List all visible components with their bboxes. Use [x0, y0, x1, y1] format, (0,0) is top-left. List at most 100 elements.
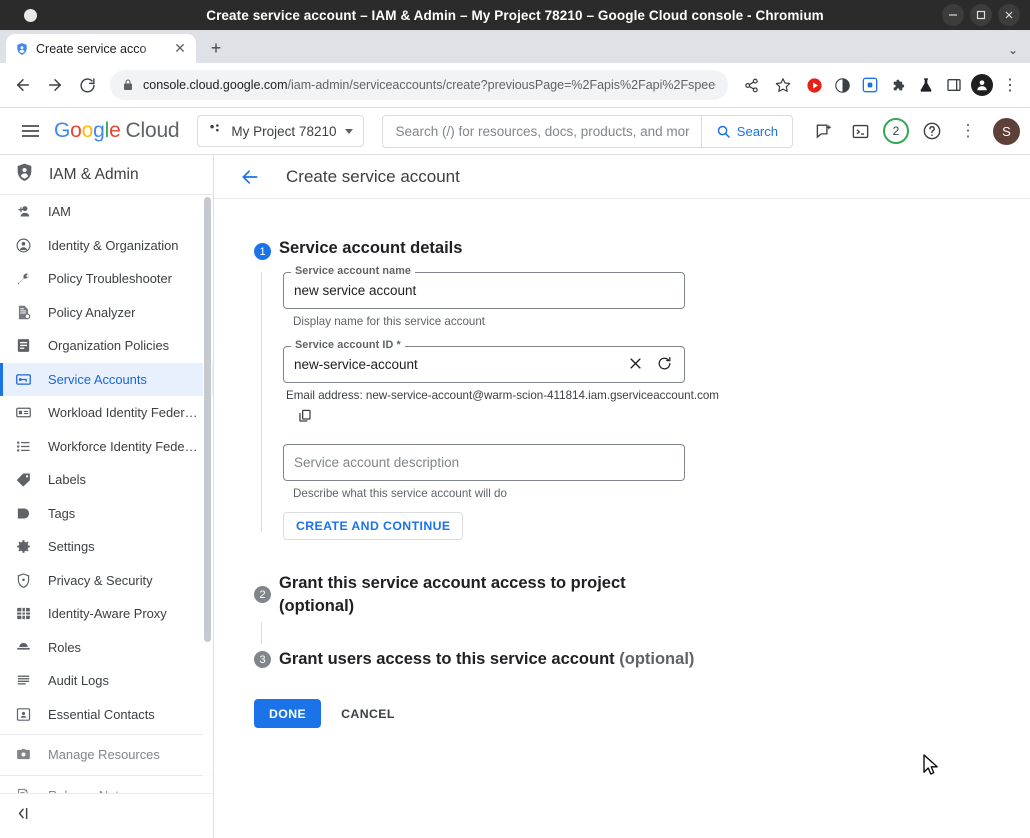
sidebar-item-iam[interactable]: IAM: [0, 195, 213, 229]
service-account-name-wrapper: Service account name new service account: [283, 265, 685, 309]
browser-menu-icon[interactable]: ⋮: [998, 73, 1022, 97]
sidebar-divider: [0, 734, 213, 735]
user-avatar[interactable]: S: [993, 117, 1020, 145]
sidebar-scrollbar[interactable]: [203, 195, 212, 793]
gcp-search-bar[interactable]: Search: [382, 114, 793, 148]
window-maximize-button[interactable]: [970, 4, 992, 26]
notifications-badge[interactable]: 2: [879, 114, 913, 148]
sidebar-item-identity-organization[interactable]: Identity & Organization: [0, 229, 213, 263]
close-icon[interactable]: ✕: [172, 40, 188, 57]
window-close-button[interactable]: [998, 4, 1020, 26]
sidebar-item-workforce-identity-federation[interactable]: Workforce Identity Federa…: [0, 430, 213, 464]
sidebar-item-release-notes[interactable]: Release Notes: [0, 779, 213, 793]
sidebar-item-tags[interactable]: Tags: [0, 497, 213, 531]
contrast-extension-icon[interactable]: [830, 73, 854, 97]
flask-experiment-icon[interactable]: [914, 73, 938, 97]
address-bar[interactable]: console.cloud.google.com/iam-admin/servi…: [110, 70, 728, 100]
share-icon[interactable]: [736, 70, 766, 100]
copy-icon[interactable]: [297, 406, 317, 426]
window-minimize-button[interactable]: [942, 4, 964, 26]
search-button[interactable]: Search: [700, 115, 792, 147]
service-account-description-input[interactable]: Service account description: [283, 444, 685, 481]
person-circle-icon: [14, 236, 32, 254]
cloud-shell-icon[interactable]: [843, 114, 877, 148]
step-1-badge-column: 1: [254, 239, 275, 540]
logo-letter: o: [70, 119, 82, 142]
feedback-icon[interactable]: [807, 114, 841, 148]
navigation-menu-icon[interactable]: [10, 111, 50, 151]
logo-letter: G: [54, 119, 71, 142]
google-cloud-logo[interactable]: Google Cloud: [54, 119, 180, 143]
puzzle-extensions-icon[interactable]: [886, 73, 910, 97]
step-3-section[interactable]: 3 Grant users access to this service acc…: [254, 650, 1030, 669]
project-picker[interactable]: My Project 78210: [197, 115, 365, 147]
sidebar-item-labels[interactable]: Labels: [0, 463, 213, 497]
sidebar-scrollbar-thumb[interactable]: [204, 197, 211, 642]
sidebar-item-policy-troubleshooter[interactable]: Policy Troubleshooter: [0, 262, 213, 296]
gcp-header: GoogleCloud My Project 78210 Search 2 ⋮ …: [0, 108, 1030, 155]
step-2-section[interactable]: 2 Grant this service account access to p…: [254, 572, 1030, 618]
sidebar-item-label: Policy Analyzer: [48, 304, 136, 320]
more-options-icon[interactable]: ⋮: [951, 114, 985, 148]
sidebar-item-privacy-security[interactable]: Privacy & Security: [0, 564, 213, 598]
browser-tab[interactable]: Create service acco ✕: [6, 34, 196, 63]
clear-icon[interactable]: [628, 356, 643, 374]
sidebar-item-service-accounts[interactable]: Service Accounts: [0, 362, 213, 396]
new-tab-button[interactable]: +: [202, 34, 230, 62]
url-host: console.cloud.google.com: [143, 78, 288, 92]
service-account-id-wrapper: Service account ID * new-service-account: [283, 339, 685, 383]
wrench-icon: [14, 270, 32, 288]
refresh-icon[interactable]: [657, 356, 672, 374]
tag-icon: [14, 504, 32, 522]
sidebar-item-label: Identity-Aware Proxy: [48, 606, 167, 622]
blue-square-extension-icon[interactable]: [858, 73, 882, 97]
step-3-title-text: Grant users access to this service accou…: [279, 650, 615, 668]
project-dots-icon: [208, 122, 222, 141]
sidebar-item-label: Audit Logs: [48, 673, 109, 689]
sidebar-item-workload-identity-federation[interactable]: Workload Identity Federati…: [0, 396, 213, 430]
step-3-badge-column: 3: [254, 651, 275, 668]
sidebar-item-essential-contacts[interactable]: Essential Contacts: [0, 698, 213, 732]
step-1-title: Service account details: [279, 239, 463, 257]
sidebar-item-label: Tags: [48, 505, 76, 521]
help-icon[interactable]: [915, 114, 949, 148]
profile-avatar-icon[interactable]: [970, 73, 994, 97]
logo-letter: g: [93, 119, 105, 142]
search-input[interactable]: [383, 115, 701, 147]
service-account-id-actions: [628, 356, 674, 374]
release-notes-icon: [14, 786, 32, 793]
sidebar-item-organization-policies[interactable]: Organization Policies: [0, 329, 213, 363]
back-icon[interactable]: [8, 70, 38, 100]
chevron-down-icon: [345, 128, 354, 134]
address-bar-url: console.cloud.google.com/iam-admin/servi…: [143, 78, 716, 92]
sidepanel-icon[interactable]: [942, 73, 966, 97]
sidebar-item-audit-logs[interactable]: Audit Logs: [0, 664, 213, 698]
back-button[interactable]: [240, 167, 260, 187]
sidebar-item-label: Essential Contacts: [48, 706, 155, 722]
chevron-down-icon[interactable]: ⌄: [1008, 43, 1018, 57]
sidebar-item-identity-aware-proxy[interactable]: Identity-Aware Proxy: [0, 597, 213, 631]
service-account-name-input[interactable]: new service account: [283, 272, 685, 309]
create-and-continue-button[interactable]: CREATE AND CONTINUE: [283, 512, 464, 540]
reload-icon[interactable]: [72, 70, 102, 100]
logo-letter: o: [81, 119, 94, 142]
step-1-fields: Service account name new service account…: [283, 265, 1030, 540]
service-account-description-wrapper: Service account description: [283, 444, 685, 481]
lock-icon: [122, 79, 134, 91]
sidebar-collapse-button[interactable]: [0, 793, 213, 838]
gcp-iam-favicon: [14, 41, 29, 56]
sidebar-item-roles[interactable]: Roles: [0, 631, 213, 665]
forward-icon[interactable]: [40, 70, 70, 100]
key-card-icon: [14, 370, 32, 388]
star-icon[interactable]: [768, 70, 798, 100]
sidebar-item-manage-resources[interactable]: Manage Resources: [0, 738, 213, 772]
sidebar-item-settings[interactable]: Settings: [0, 530, 213, 564]
service-account-id-input[interactable]: new-service-account: [283, 346, 685, 383]
sidebar-item-policy-analyzer[interactable]: Policy Analyzer: [0, 296, 213, 330]
step-3-title: Grant users access to this service accou…: [279, 650, 694, 669]
cancel-button[interactable]: CANCEL: [331, 699, 405, 728]
project-name: My Project 78210: [231, 123, 337, 139]
youtube-extension-icon[interactable]: [802, 73, 826, 97]
done-button[interactable]: DONE: [254, 699, 322, 728]
sidebar-item-label: Workforce Identity Federa…: [48, 438, 199, 454]
